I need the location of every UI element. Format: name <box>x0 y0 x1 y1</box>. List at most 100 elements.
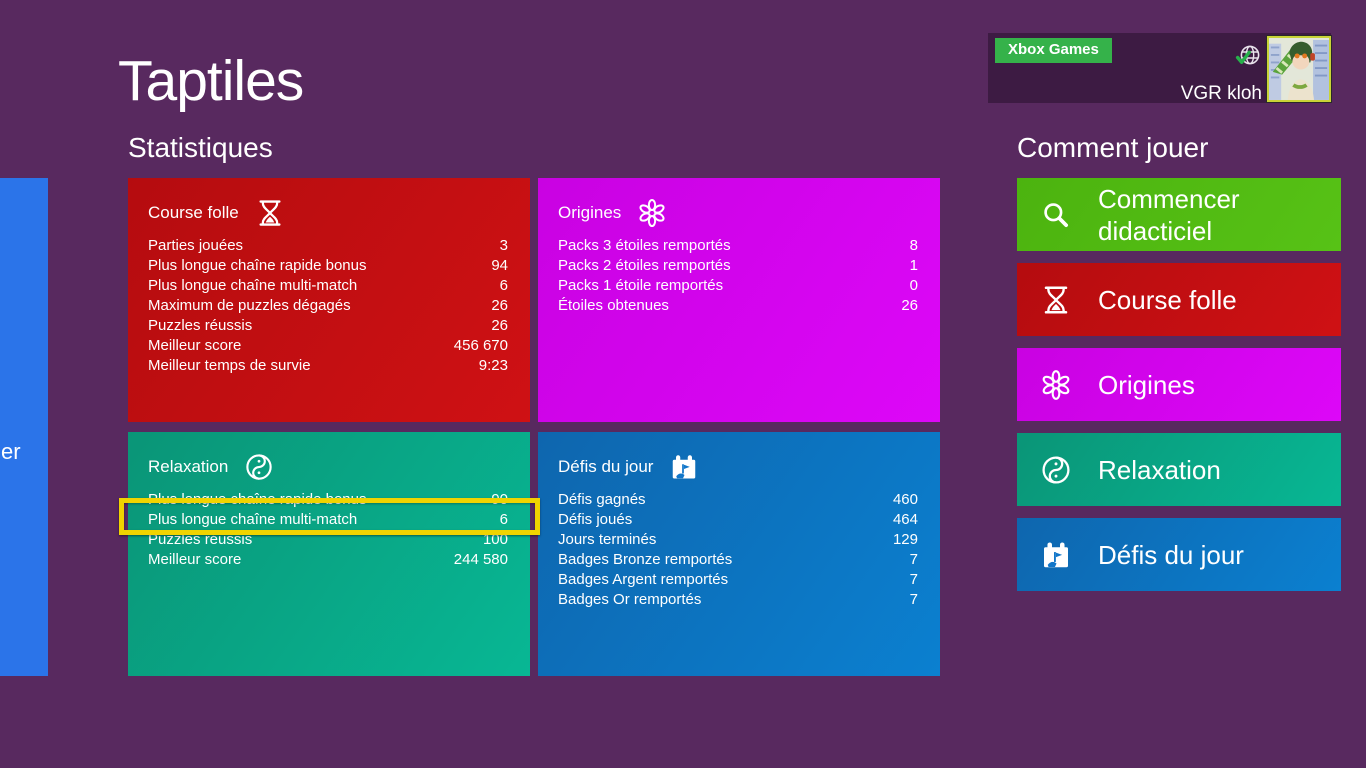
howto-button-commencer-didacticiel[interactable]: Commencer didacticiel <box>1017 178 1341 251</box>
stat-value: 244 580 <box>454 550 508 570</box>
flower-icon <box>637 198 667 228</box>
stat-label: Badges Argent remportés <box>558 570 728 590</box>
stat-row: Meilleur score 456 670 <box>148 336 508 356</box>
stat-row: Packs 1 étoile remportés 0 <box>558 276 918 296</box>
avatar[interactable] <box>1267 36 1331 102</box>
stat-row: Plus longue chaîne rapide bonus 94 <box>148 256 508 276</box>
swirl-icon <box>1040 454 1072 486</box>
stat-rows: Défis gagnés 460 Défis joués 464 Jours ter… <box>558 490 918 610</box>
stat-label: Packs 3 étoiles remportés <box>558 236 731 256</box>
stat-label: Badges Bronze remportés <box>558 550 732 570</box>
stat-value: 3 <box>500 236 508 256</box>
hourglass-icon <box>255 198 285 228</box>
taptiles-screen: Taptiles Statistiques Comment jouer er C… <box>0 0 1366 768</box>
calendar-flag-icon <box>669 452 699 482</box>
xbox-games-badge: Xbox Games <box>995 38 1112 63</box>
stat-label: Plus longue chaîne multi-match <box>148 276 357 296</box>
highlight-annotation-box <box>119 498 540 535</box>
flower-icon <box>1040 369 1072 401</box>
button-label: Commencer didacticiel <box>1098 183 1323 247</box>
stat-value: 456 670 <box>454 336 508 356</box>
stat-row: Maximum de puzzles dégagés 26 <box>148 296 508 316</box>
stat-label: Parties jouées <box>148 236 243 256</box>
statistics-heading: Statistiques <box>128 132 273 164</box>
stat-row: Jours terminés 129 <box>558 530 918 550</box>
stat-value: 1 <box>910 256 918 276</box>
stat-rows: Parties jouées 3 Plus longue chaîne rapid… <box>148 236 508 376</box>
stat-value: 26 <box>901 296 918 316</box>
stat-rows: Packs 3 étoiles remportés 8 Packs 2 étoil… <box>558 236 918 316</box>
tile-header: Défis du jour <box>558 450 918 484</box>
stat-label: Meilleur score <box>148 550 241 570</box>
howto-button-course-folle[interactable]: Course folle <box>1017 263 1341 336</box>
tile-header: Course folle <box>148 196 508 230</box>
stat-label: Jours terminés <box>558 530 656 550</box>
stat-value: 460 <box>893 490 918 510</box>
stat-value: 6 <box>500 276 508 296</box>
stat-value: 8 <box>910 236 918 256</box>
button-label: Défis du jour <box>1098 539 1244 571</box>
howto-button-origines[interactable]: Origines <box>1017 348 1341 421</box>
account-strip[interactable]: Xbox Games VGR kloh <box>988 33 1331 103</box>
stats-tile-origines[interactable]: Origines Packs 3 étoiles remportés 8 Pack… <box>538 178 940 422</box>
partial-tile-cut-text: er <box>1 439 21 465</box>
globe-check-icon <box>1234 42 1264 72</box>
stat-label: Meilleur temps de survie <box>148 356 311 376</box>
stat-value: 7 <box>910 570 918 590</box>
stat-label: Packs 1 étoile remportés <box>558 276 723 296</box>
stat-row: Défis gagnés 460 <box>558 490 918 510</box>
how-to-play-heading: Comment jouer <box>1017 132 1208 164</box>
stat-row: Badges Argent remportés 7 <box>558 570 918 590</box>
page-title: Taptiles <box>118 48 303 114</box>
howto-button-defis-du-jour[interactable]: Défis du jour <box>1017 518 1341 591</box>
stat-row: Packs 3 étoiles remportés 8 <box>558 236 918 256</box>
stats-tile-defis-du-jour[interactable]: Défis du jour Défis gagnés 460 Défis joué… <box>538 432 940 676</box>
tile-header: Origines <box>558 196 918 230</box>
stat-row: Meilleur score 244 580 <box>148 550 508 570</box>
partial-scrolled-tile[interactable]: er <box>0 178 48 676</box>
stat-row: Badges Or remportés 7 <box>558 590 918 610</box>
button-label: Course folle <box>1098 284 1237 316</box>
stat-label: Défis gagnés <box>558 490 646 510</box>
stat-value: 94 <box>491 256 508 276</box>
tile-title: Course folle <box>148 203 239 223</box>
stat-row: Badges Bronze remportés 7 <box>558 550 918 570</box>
stat-row: Étoiles obtenues 26 <box>558 296 918 316</box>
stat-label: Défis joués <box>558 510 632 530</box>
button-label: Origines <box>1098 369 1195 401</box>
stat-value: 26 <box>491 296 508 316</box>
stat-label: Plus longue chaîne rapide bonus <box>148 256 367 276</box>
stat-label: Meilleur score <box>148 336 241 356</box>
tile-title: Défis du jour <box>558 457 653 477</box>
button-label: Relaxation <box>1098 454 1221 486</box>
stat-value: 7 <box>910 550 918 570</box>
stat-row: Parties jouées 3 <box>148 236 508 256</box>
stat-value: 129 <box>893 530 918 550</box>
stat-value: 464 <box>893 510 918 530</box>
stat-value: 26 <box>491 316 508 336</box>
stat-value: 7 <box>910 590 918 610</box>
stats-tile-course-folle[interactable]: Course folle Parties jouées 3 Plus longue… <box>128 178 530 422</box>
stats-tile-relaxation[interactable]: Relaxation Plus longue chaîne rapide bon… <box>128 432 530 676</box>
stat-row: Plus longue chaîne multi-match 6 <box>148 276 508 296</box>
stat-row: Puzzles réussis 26 <box>148 316 508 336</box>
calendar-flag-icon <box>1040 539 1072 571</box>
stat-value: 9:23 <box>479 356 508 376</box>
stat-label: Puzzles réussis <box>148 316 252 336</box>
stat-row: Meilleur temps de survie 9:23 <box>148 356 508 376</box>
stat-label: Packs 2 étoiles remportés <box>558 256 731 276</box>
stat-label: Maximum de puzzles dégagés <box>148 296 351 316</box>
magnifier-icon <box>1040 199 1072 231</box>
stat-row: Packs 2 étoiles remportés 1 <box>558 256 918 276</box>
username: VGR kloh <box>1088 83 1262 105</box>
tile-header: Relaxation <box>148 450 508 484</box>
stat-label: Étoiles obtenues <box>558 296 669 316</box>
swirl-icon <box>244 452 274 482</box>
stat-label: Badges Or remportés <box>558 590 701 610</box>
howto-button-relaxation[interactable]: Relaxation <box>1017 433 1341 506</box>
stat-row: Défis joués 464 <box>558 510 918 530</box>
stat-value: 0 <box>910 276 918 296</box>
hourglass-icon <box>1040 284 1072 316</box>
tile-title: Origines <box>558 203 621 223</box>
tile-title: Relaxation <box>148 457 228 477</box>
